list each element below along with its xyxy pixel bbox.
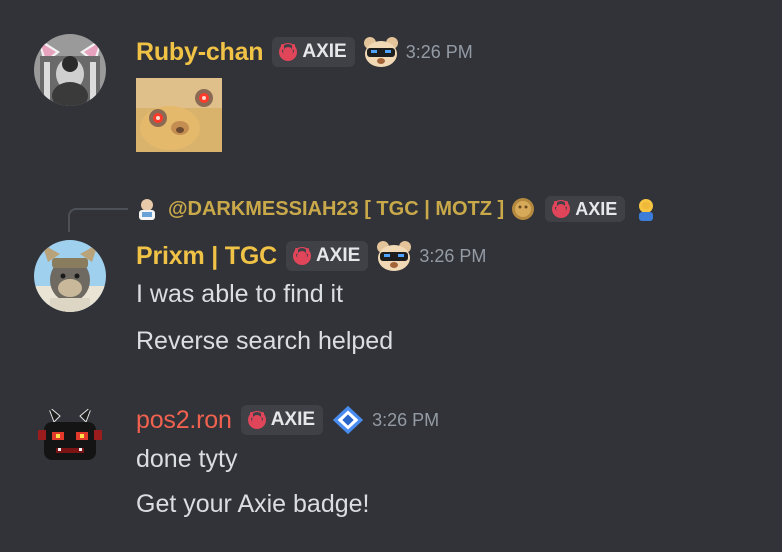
axie-logo-icon [247,411,266,429]
server-tag-label: AXIE [302,41,347,62]
reply-mention[interactable]: @DARKMESSIAH23 [ TGC | MOTZ ] [168,198,504,221]
message-header: pos2.ron AXIE 3:26 PM [136,404,439,436]
message-line: Get your Axie badge! [136,490,370,518]
timestamp[interactable]: 3:26 PM [372,410,439,431]
server-tag[interactable]: AXIE [272,37,355,67]
server-tag[interactable]: AXIE [285,241,369,271]
username[interactable]: pos2.ron [136,406,232,435]
glowing-eyes-emoji-image [136,78,222,152]
message-line: Reverse search helped [136,327,394,355]
timestamp[interactable]: 3:26 PM [406,42,473,63]
server-tag-label: AXIE [270,409,316,430]
avatar[interactable] [34,34,106,106]
reply-reference[interactable]: @DARKMESSIAH23 [ TGC | MOTZ ] AXIE [134,196,659,222]
message-header: Ruby-chan AXIE 3:26 PM [136,36,473,68]
reply-connector [68,208,128,232]
axie-logo-icon [279,43,298,61]
bear-sunglasses-icon[interactable] [363,36,399,68]
coin-face-icon [512,198,535,220]
reply-tag-label: AXIE [575,198,618,219]
server-tag-label: AXIE [315,245,361,266]
bear-sunglasses-icon[interactable] [376,240,412,272]
message-line: done tyty [136,445,238,473]
avatar[interactable] [34,404,106,476]
reply-server-tag[interactable]: AXIE [545,196,626,222]
axie-logo-icon [292,247,311,265]
facepalm-icon [639,199,654,221]
timestamp[interactable]: 3:26 PM [419,246,486,267]
avatar[interactable] [34,240,106,312]
username[interactable]: Ruby-chan [136,38,264,67]
server-tag[interactable]: AXIE [240,405,324,435]
attachment-image[interactable] [136,78,222,152]
message-line: I was able to find it [136,280,344,308]
axie-logo-icon [552,200,571,218]
diamond-gem-icon[interactable] [331,404,365,436]
reply-avatar-icon [139,199,155,220]
username[interactable]: Prixm | TGC [136,242,277,271]
message-header: Prixm | TGC AXIE 3:26 PM [136,240,486,272]
